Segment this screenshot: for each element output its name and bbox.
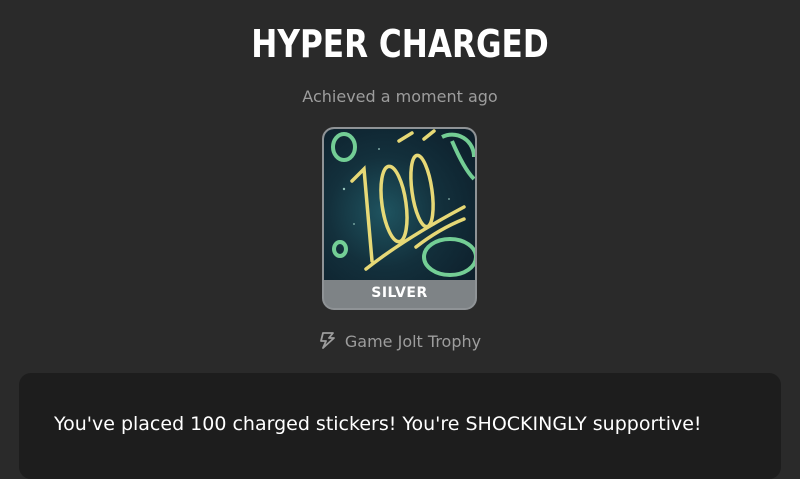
100-emoji-icon bbox=[331, 129, 475, 277]
trophy-source: Game Jolt Trophy bbox=[0, 331, 800, 353]
trophy-modal: HYPER CHARGED Achieved a moment ago SILV… bbox=[0, 0, 800, 479]
trophy-tier-label: SILVER bbox=[371, 285, 428, 301]
bolt-icon bbox=[319, 331, 337, 353]
trophy-description: You've placed 100 charged stickers! You'… bbox=[54, 413, 702, 435]
achieved-time: Achieved a moment ago bbox=[302, 87, 498, 106]
trophy-source-label: Game Jolt Trophy bbox=[344, 332, 482, 351]
trophy-title: HYPER CHARGED bbox=[251, 22, 549, 66]
trophy-description-box: You've placed 100 charged stickers! You'… bbox=[19, 373, 781, 479]
trophy-card: SILVER bbox=[322, 127, 477, 310]
trophy-image bbox=[324, 129, 475, 280]
